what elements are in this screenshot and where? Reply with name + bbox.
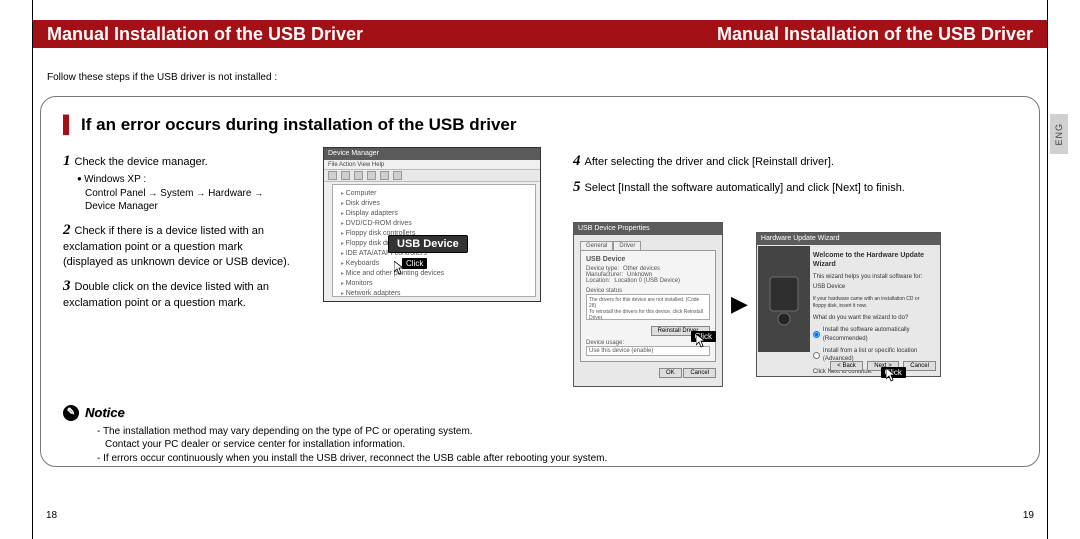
header-band: Manual Installation of the USB Driver Ma…: [33, 20, 1047, 48]
notice-row: ✎ Notice: [63, 405, 1017, 421]
header-left: Manual Installation of the USB Driver: [33, 24, 540, 45]
wizard-side-graphic: [758, 246, 810, 352]
notice-item: If errors occur continuously when you in…: [97, 452, 1017, 466]
wizard-dialog: Hardware Update Wizard Welcome to the Ha…: [756, 232, 941, 377]
devmgr-menubar: File Action View Help: [324, 160, 540, 170]
content-box: ▌ If an error occurs during installation …: [40, 96, 1040, 467]
notice-list: The installation method may vary dependi…: [97, 425, 1017, 466]
step-4: 4After selecting the driver and click [R…: [573, 151, 1017, 171]
right-page-rule: [1047, 0, 1048, 539]
wizard-header: Welcome to the Hardware Update Wizard: [813, 251, 934, 271]
wizard-opt-auto[interactable]: Install the software automatically (Reco…: [813, 326, 934, 343]
tree-item: DVD/CD-ROM drives: [341, 219, 531, 229]
arrow-icon: →: [148, 188, 157, 198]
props-titlebar: USB Device Properties: [574, 223, 722, 235]
properties-dialog: USB Device Properties GeneralDriver USB …: [573, 222, 723, 387]
notice-item-cont: Contact your PC dealer or service center…: [105, 438, 1017, 452]
props-tab-driver: Driver: [613, 241, 641, 250]
intro-text: Follow these steps if the USB driver is …: [47, 72, 277, 83]
tree-item: Computer: [341, 189, 531, 199]
left-page-rule: [32, 0, 33, 539]
step-2: 2Check if there is a device listed with …: [63, 220, 293, 270]
notice-badge-icon: ✎: [63, 405, 79, 421]
page-number-left: 18: [46, 510, 57, 521]
device-manager-window: Device Manager File Action View Help Com…: [323, 147, 541, 302]
section-title-text: If an error occurs during installation o…: [81, 115, 516, 134]
arrow-icon: →: [254, 188, 263, 198]
section-title: ▌ If an error occurs during installation …: [63, 115, 1017, 135]
wizard-cancel-button[interactable]: Cancel: [903, 361, 936, 371]
notice-item: The installation method may vary dependi…: [97, 425, 1017, 439]
step-5: 5Select [Install the software automatica…: [573, 177, 1017, 197]
dialog-row: USB Device Properties GeneralDriver USB …: [573, 222, 1017, 387]
cursor-icon: [886, 368, 896, 382]
page-number-right: 19: [1023, 510, 1034, 521]
props-device-name: USB Device: [586, 256, 710, 263]
right-column: 4After selecting the driver and click [R…: [573, 145, 1017, 387]
tree-item: Display adapters: [341, 209, 531, 219]
step1-path: Control Panel → System → Hardware → Devi…: [85, 187, 293, 214]
notice-label: Notice: [85, 405, 125, 420]
props-status-body: The drivers for this device are not inst…: [586, 294, 710, 320]
step1-sub: Windows XP :: [77, 173, 293, 187]
tree-item: Mice and other pointing devices: [341, 269, 531, 279]
click-label: Click: [402, 258, 427, 269]
tree-item: Monitors: [341, 279, 531, 289]
tree-item: Disk drives: [341, 199, 531, 209]
wizard-back-button[interactable]: < Back: [830, 361, 863, 371]
tree-item: Keyboards: [341, 259, 531, 269]
cursor-icon: [394, 261, 404, 275]
language-tab: ENG: [1050, 114, 1068, 154]
wizard-titlebar: Hardware Update Wizard: [757, 233, 940, 245]
cursor-icon: [696, 334, 706, 348]
left-column: 1Check the device manager. Windows XP : …: [63, 145, 293, 387]
header-right: Manual Installation of the USB Driver: [540, 24, 1047, 45]
title-bar-icon: ▌: [63, 115, 75, 134]
props-ok-button[interactable]: OK: [659, 368, 682, 378]
tree-item: Network adapters: [341, 289, 531, 297]
step-1: 1Check the device manager.: [63, 151, 293, 171]
step-3: 3Double click on the device listed with …: [63, 276, 293, 311]
usb-device-chip: USB Device: [388, 235, 468, 253]
props-cancel-button[interactable]: Cancel: [683, 368, 716, 378]
arrow-icon: →: [196, 188, 205, 198]
language-label: ENG: [1054, 123, 1064, 146]
arrow-right-icon: ▶: [731, 291, 748, 317]
devmgr-toolbar: [324, 170, 540, 182]
devmgr-titlebar: Device Manager: [324, 148, 540, 160]
devmgr-column: Device Manager File Action View Help Com…: [323, 145, 543, 387]
props-tab-general: General: [580, 241, 613, 250]
